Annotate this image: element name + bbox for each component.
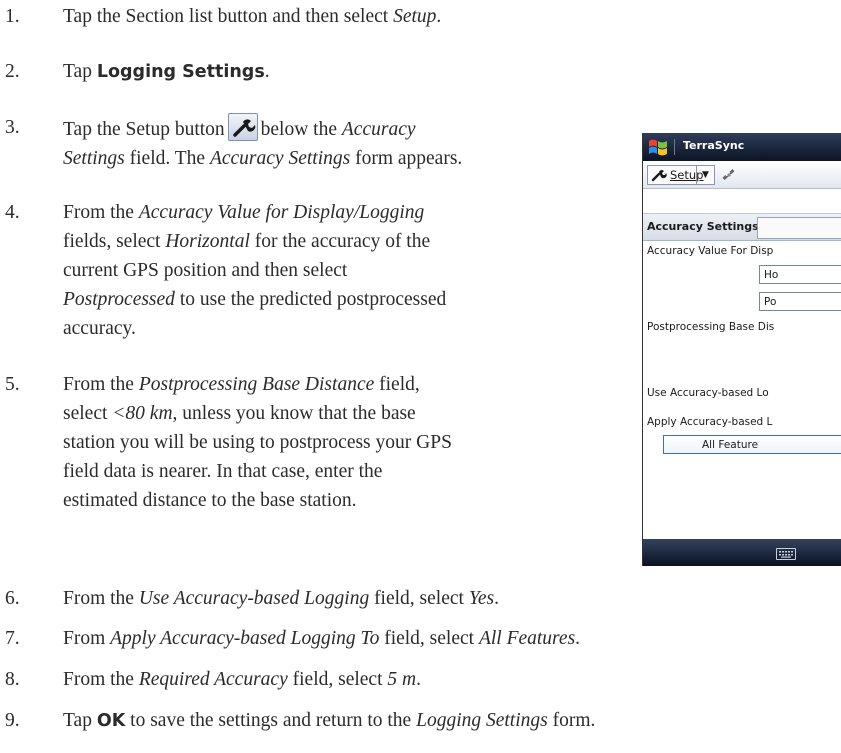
- step-text-part: form appears.: [350, 148, 463, 169]
- step-text-part: field, select: [379, 628, 479, 649]
- postprocessed-term: Postprocessed: [63, 289, 175, 310]
- step-text-part: field, select: [369, 588, 469, 609]
- step-number: 6.: [5, 588, 20, 609]
- step-text-part: for the accuracy of the: [249, 231, 431, 252]
- form-title: Accuracy Settings: [647, 220, 759, 233]
- apply-logging-label: Apply Accuracy-based L: [647, 416, 773, 428]
- step-text-part: to use the predicted postprocessed: [174, 289, 447, 310]
- all-features-select[interactable]: All Feature: [663, 435, 841, 454]
- step-number: 9.: [5, 710, 20, 731]
- step-text: From the Required Accuracy field, select…: [63, 665, 421, 694]
- step-text-part: From the: [63, 202, 139, 223]
- step-text-part: .: [436, 6, 442, 27]
- step-text-part: current GPS position and then select: [63, 260, 348, 281]
- apply-logging-term: Apply Accuracy-based Logging To: [110, 628, 380, 649]
- step-text: Tap OK to save the settings and return t…: [63, 706, 595, 736]
- toolbar: Setup ▼: [643, 161, 841, 189]
- app-title: TerraSync: [683, 139, 745, 152]
- section-list-button[interactable]: Setup ▼: [647, 165, 715, 185]
- step-text-part: Tap: [63, 61, 97, 82]
- required-accuracy-term: Required Accuracy: [138, 669, 288, 690]
- step-text-part: Tap: [63, 710, 97, 731]
- step-text-part: From the: [63, 588, 139, 609]
- form-header: Accuracy Settings: [643, 214, 841, 241]
- accuracy-term: Accuracy: [341, 119, 416, 140]
- step-number: 7.: [5, 628, 20, 649]
- logging-settings-term: Logging Settings: [96, 62, 265, 82]
- step-text-part: to save the settings and return to the: [125, 710, 417, 731]
- step-text-part: estimated distance to the base station.: [63, 490, 357, 511]
- step-text-part: , unless you know that the base: [172, 403, 416, 424]
- step-text-part: .: [494, 588, 499, 609]
- accuracy-settings-term: Accuracy Settings: [209, 148, 351, 169]
- base-distance-label: Postprocessing Base Dis: [647, 321, 775, 333]
- step-text-part: From: [63, 628, 111, 649]
- horizontal-select[interactable]: Ho: [759, 265, 841, 284]
- keyboard-icon[interactable]: [776, 548, 796, 560]
- step-text-part: field data is nearer. In that case, ente…: [63, 461, 383, 482]
- satellite-icon[interactable]: [722, 168, 736, 182]
- step-text: Tap the Setup button below the Accuracy Se…: [63, 113, 462, 173]
- ok-term: OK: [96, 711, 126, 731]
- step-text-part: below the: [260, 119, 342, 140]
- step-text-part: Tap the Setup button: [63, 119, 225, 140]
- windows-logo-icon[interactable]: [647, 137, 669, 157]
- step-number: 5.: [5, 374, 20, 395]
- step-text-part: .: [264, 61, 270, 82]
- accuracy-value-label: Accuracy Value For Disp: [647, 245, 774, 257]
- base-distance-term: Postprocessing Base Distance: [138, 374, 375, 395]
- step-text: From the Accuracy Value for Display/Logg…: [63, 198, 446, 343]
- step-text-part: field,: [374, 374, 420, 395]
- step-text-part: From the: [63, 669, 139, 690]
- title-bar: TerraSync: [643, 133, 841, 161]
- step-number: 1.: [5, 6, 20, 27]
- title-separator: [674, 139, 675, 155]
- use-logging-term: Use Accuracy-based Logging: [138, 588, 370, 609]
- setup-term: Setup: [393, 6, 437, 27]
- status-row: [643, 189, 841, 214]
- five-m-term: 5 m: [387, 669, 417, 690]
- bottom-bar: [643, 539, 841, 566]
- step-number: 3.: [5, 117, 20, 138]
- step-text-part: accuracy.: [63, 318, 136, 339]
- accuracy-value-term: Accuracy Value for Display/Logging: [138, 202, 425, 223]
- wrench-icon: [227, 113, 258, 141]
- step-text: From the Use Accuracy-based Logging fiel…: [63, 584, 499, 613]
- horizontal-term: Horizontal: [165, 231, 250, 252]
- step-number: 8.: [5, 669, 20, 690]
- settings-term: Settings: [63, 148, 125, 169]
- step-text: Tap Logging Settings.: [63, 57, 270, 87]
- postprocessed-select[interactable]: Po: [759, 292, 841, 311]
- step-text-part: fields, select: [63, 231, 166, 252]
- use-logging-label: Use Accuracy-based Lo: [647, 387, 769, 399]
- logging-settings-form-term: Logging Settings: [416, 710, 548, 731]
- step-text: From the Postprocessing Base Distance fi…: [63, 370, 452, 515]
- step-text: Tap the Section list button and then sel…: [63, 2, 441, 31]
- yes-term: Yes: [468, 588, 495, 609]
- device-screenshot: TerraSync Setup ▼ Accuracy Settings Accu…: [642, 133, 841, 566]
- step-text-part: .: [416, 669, 421, 690]
- step-number: 4.: [5, 202, 20, 223]
- step-text-part: station you will be using to postprocess…: [63, 432, 452, 453]
- step-text-part: Tap the Section list button and then sel…: [63, 6, 394, 27]
- chevron-down-icon[interactable]: ▼: [696, 166, 714, 184]
- step-text-part: field, select: [287, 669, 388, 690]
- wrench-icon: [651, 170, 667, 182]
- all-features-term: All Features: [478, 628, 576, 649]
- step-text-part: From the: [63, 374, 139, 395]
- step-number: 2.: [5, 61, 20, 82]
- step-text-part: select: [63, 403, 113, 424]
- step-text-part: .: [575, 628, 581, 649]
- distance-term: <80 km: [112, 403, 173, 424]
- step-text-part: field. The: [124, 148, 210, 169]
- step-text: From Apply Accuracy-based Logging To fie…: [63, 624, 580, 653]
- form-ok-button[interactable]: [757, 217, 841, 239]
- step-text-part: form.: [547, 710, 596, 731]
